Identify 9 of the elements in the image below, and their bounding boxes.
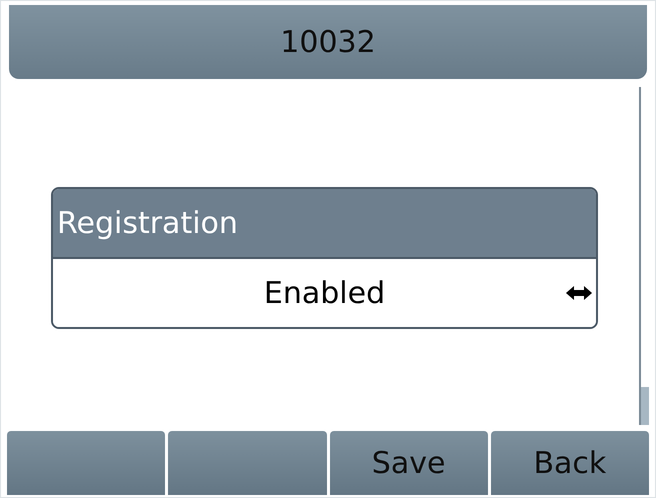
softkey-button[interactable]: Back [490,431,649,495]
empty-softkey[interactable] [168,431,326,495]
softkey-button[interactable]: Save [330,431,488,495]
screen-title: 10032 [280,24,376,60]
empty-softkey[interactable] [7,431,166,495]
setting-selector[interactable]: Enabled [53,257,596,327]
setting-label: Registration [57,206,238,240]
scrollbar-thumb [641,387,649,425]
left-right-arrow-icon [566,285,592,301]
